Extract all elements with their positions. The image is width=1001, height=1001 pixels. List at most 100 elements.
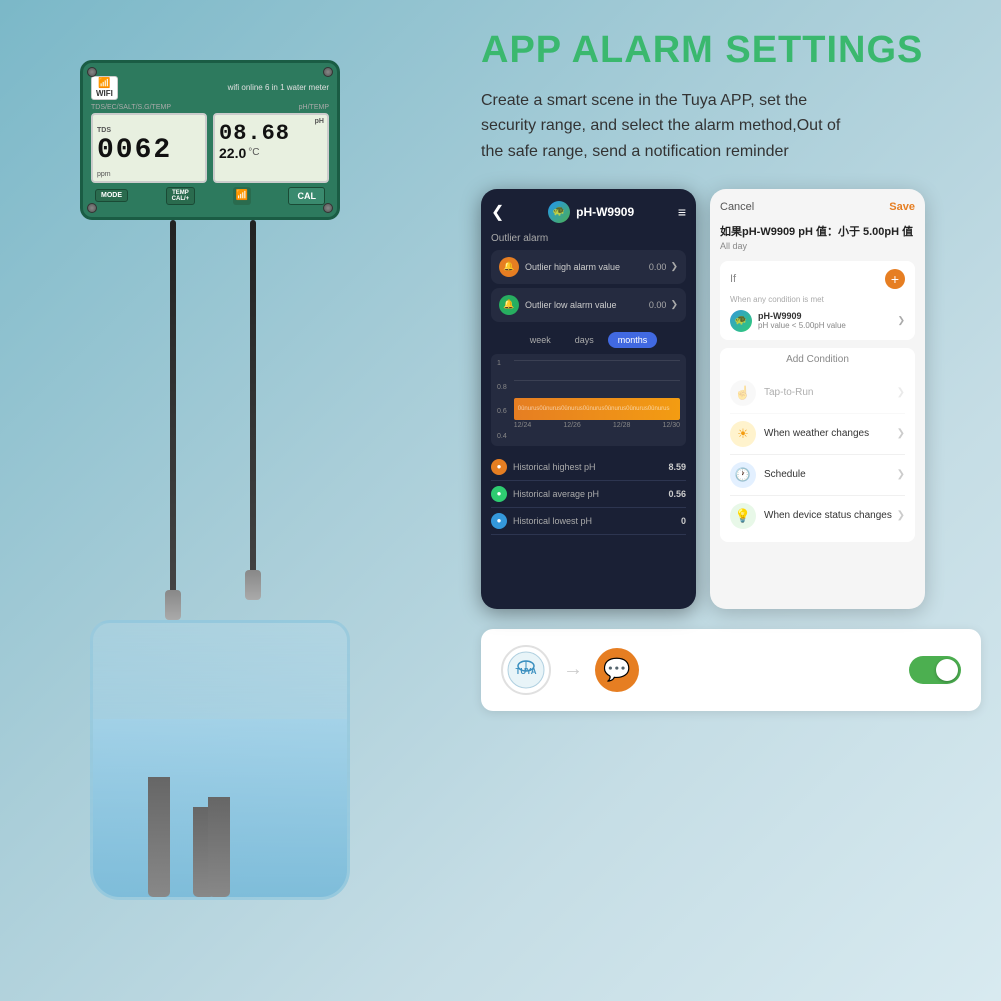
chart-plot: 0ûnurus0ûnurus0ûnurus0ûnurus0ûnurus0ûnur… [514,360,680,420]
if-condition-row: 🐢 pH-W9909 pH value < 5.00pH value ❯ [730,310,905,332]
device-status-label: When device status changes [764,510,897,521]
stat-label-0: Historical highest pH [513,462,668,472]
schedule-arrow: ❯ [897,469,905,480]
tuya-logo: TUYA [501,645,551,695]
condition-tap-to-run: ☝ Tap-to-Run ❯ [730,373,905,414]
if-section: If + When any condition is met 🐢 pH-W990… [720,261,915,340]
add-condition-button[interactable]: + [885,269,905,289]
if-header: If + [730,269,905,289]
stat-row-1: ● Historical average pH 0.56 [491,481,686,508]
alarm-high-value: 0.00 [649,262,667,272]
device-icon: 🐢 [548,201,570,223]
ph-panel: pH 08.68 22.0 °C [213,113,329,183]
device-title-text: wifi online 6 in 1 water meter [228,83,329,92]
phones-container: ❮ 🐢 pH-W9909 ≡ Outlier alarm 🔔 Outlier h… [481,189,981,609]
condition-title: 如果pH-W9909 pH 值：小于 5.00pH 值 [720,223,915,239]
cable-left [170,220,176,600]
menu-icon[interactable]: ≡ [678,204,686,220]
condition-schedule[interactable]: 🕐 Schedule ❯ [730,455,905,496]
chart-bar: 0ûnurus0ûnurus0ûnurus0ûnurus0ûnurus0ûnur… [514,398,680,420]
add-condition-card: Add Condition ☝ Tap-to-Run ❯ ☀ When weat… [720,348,915,542]
tds-value: 0062 [97,137,201,165]
outlier-alarm-label: Outlier alarm [491,233,686,244]
if-device-name: pH-W9909 [758,311,897,321]
tuya-svg: TUYA [506,650,546,690]
tds-unit: ppm [97,171,111,178]
y-label-3: 0.6 [497,408,507,415]
device-status-arrow: ❯ [897,510,905,521]
bottom-card-left: TUYA → 💬 [501,645,639,695]
tab-week[interactable]: week [520,332,561,348]
condition-arrow: ❯ [897,315,905,326]
wifi-button[interactable]: 📶 [233,187,251,205]
chart-bars-area: 0ûnurus0ûnurus0ûnurus0ûnurus0ûnurus0ûnur… [514,360,680,440]
weather-label: When weather changes [764,428,897,439]
screw-bl [87,203,97,213]
ph-label: pH [315,118,324,125]
wifi-btn-icon: 📶 [236,190,248,201]
mode-button[interactable]: MODE [95,189,128,202]
cancel-button[interactable]: Cancel [720,201,754,213]
bottom-card: TUYA → 💬 [481,629,981,711]
device-top-bar: 📶 WIFI wifi online 6 in 1 water meter [91,76,329,100]
alarm-low-arrow: ❯ [670,299,678,310]
device-section: 📶 WIFI wifi online 6 in 1 water meter TD… [30,40,410,1000]
tap-icon: ☝ [730,380,756,406]
alarm-high-row[interactable]: 🔔 Outlier high alarm value 0.00 ❯ [491,250,686,284]
save-button[interactable]: Save [889,201,915,213]
phone-title: pH-W9909 [576,205,634,219]
weather-arrow: ❯ [897,428,905,439]
device-condition-icon: 🐢 [730,310,752,332]
temp-value: 22.0 [219,145,246,161]
grid-line-1 [514,360,680,361]
chart-x-labels: 12/24 12/26 12/28 12/30 [514,422,680,429]
stat-icon-2: ● [491,513,507,529]
right-panel-label: pH/TEMP [212,104,329,111]
alarm-low-row[interactable]: 🔔 Outlier low alarm value 0.00 ❯ [491,288,686,322]
cal-button[interactable]: CAL [288,187,325,205]
back-button[interactable]: ❮ [491,202,504,222]
condition-device-status[interactable]: 💡 When device status changes ❯ [730,496,905,536]
alarm-high-icon: 🔔 [499,257,519,277]
x-label-3: 12/28 [613,422,631,429]
connector-left [165,590,181,620]
wifi-icon: 📶 [98,78,110,89]
if-device-info: pH-W9909 pH value < 5.00pH value [758,311,897,330]
cable-right [250,220,256,600]
stat-value-0: 8.59 [668,462,686,472]
alarm-high-label: Outlier high alarm value [525,262,649,272]
ph-value: 08.68 [219,123,323,145]
y-label-1: 1 [497,360,507,367]
screw-tl [87,67,97,77]
x-label-4: 12/30 [662,422,680,429]
probe-right [208,797,230,897]
tab-days[interactable]: days [565,332,604,348]
stat-label-2: Historical lowest pH [513,516,681,526]
x-label-1: 12/24 [514,422,532,429]
grid-line-2 [514,380,680,381]
app-description: Create a smart scene in the Tuya APP, se… [481,88,861,165]
tds-label: TDS [97,127,111,134]
chart-y-labels: 1 0.8 0.6 0.4 [497,360,510,440]
button-row: MODE TEMP CAL/+ 📶 CAL [91,187,329,205]
temp-cal-button[interactable]: TEMP CAL/+ [166,187,196,205]
stat-icon-0: ● [491,459,507,475]
toggle-container [909,656,961,684]
weather-icon: ☀ [730,421,756,447]
device-body: 📶 WIFI wifi online 6 in 1 water meter TD… [80,60,340,220]
chat-bubble-icon: 💬 [595,648,639,692]
tab-months[interactable]: months [608,332,658,348]
stats-section: ● Historical highest pH 8.59 ● Historica… [491,454,686,535]
phone-light-header: Cancel Save [720,201,915,213]
right-section: APP ALARM SETTINGS Create a smart scene … [481,30,981,711]
alarm-high-arrow: ❯ [670,261,678,272]
phone-title-area: 🐢 pH-W9909 [548,201,634,223]
probe-left [148,777,170,897]
condition-subtitle: All day [720,241,915,251]
y-label-2: 0.8 [497,384,507,391]
stat-row-0: ● Historical highest pH 8.59 [491,454,686,481]
condition-weather[interactable]: ☀ When weather changes ❯ [730,414,905,455]
schedule-label: Schedule [764,469,897,480]
if-label: If [730,273,736,285]
toggle-switch[interactable] [909,656,961,684]
